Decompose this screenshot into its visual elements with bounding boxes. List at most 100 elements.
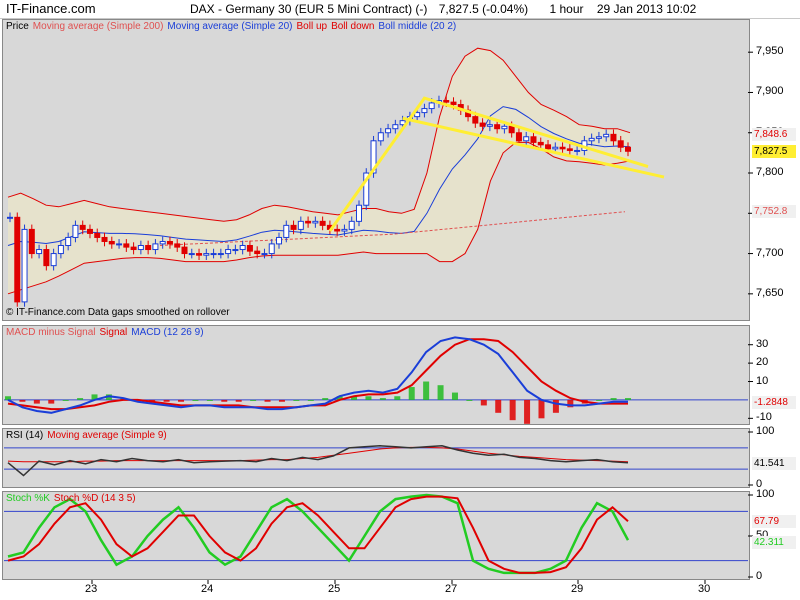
candle-body xyxy=(181,246,188,255)
candle-body xyxy=(472,116,479,124)
candle-body xyxy=(137,245,144,251)
macd-histogram-bar xyxy=(48,399,55,404)
candle-body xyxy=(428,102,435,110)
legend-entry: MACD (12 26 9) xyxy=(131,327,204,338)
candle-body xyxy=(152,243,159,251)
candle-body xyxy=(188,253,195,256)
macd-histogram-bar xyxy=(552,399,559,413)
macd-histogram-bar xyxy=(408,387,415,400)
candle-body xyxy=(108,240,115,245)
bollinger-band-fill xyxy=(8,48,630,294)
candle-body xyxy=(610,133,617,142)
x-tick-label: 24 xyxy=(201,583,214,595)
candle-body xyxy=(552,146,559,150)
stoch-d-line xyxy=(7,495,629,574)
y-tick-label: 7,950 xyxy=(756,45,784,58)
macd-histogram-bar xyxy=(524,399,531,424)
y-tick-label: -10 xyxy=(756,411,772,424)
macd-histogram-bar xyxy=(278,399,285,402)
candle-body xyxy=(210,253,217,256)
candle-body xyxy=(57,245,64,255)
macd-histogram-bar xyxy=(322,398,329,400)
macd-histogram-bar xyxy=(365,396,372,400)
macd-histogram-bar xyxy=(163,399,170,402)
candle-body xyxy=(283,224,290,238)
candle-body xyxy=(79,224,86,230)
candle-body xyxy=(50,253,57,267)
candle-body xyxy=(530,136,537,143)
candle-body xyxy=(65,236,72,247)
chart-canvas xyxy=(4,47,753,584)
candle-body xyxy=(545,144,552,150)
value-tag: 7,752.8 xyxy=(752,205,796,219)
macd-histogram-bar xyxy=(235,399,242,402)
candle-body xyxy=(625,146,631,152)
candle-body xyxy=(501,125,508,130)
macd-histogram-bar xyxy=(379,398,386,400)
value-tag: -1.2848 xyxy=(752,396,796,410)
candle-body xyxy=(312,220,319,224)
macd-histogram-bar xyxy=(293,399,300,401)
value-tag: 42.311 xyxy=(752,536,796,550)
candle-body xyxy=(101,236,108,242)
y-tick-label: 7,800 xyxy=(756,166,784,178)
macd-histogram-bar xyxy=(437,385,444,400)
macd-histogram-bar xyxy=(509,399,516,421)
y-tick-label: 100 xyxy=(756,425,775,437)
candle-body xyxy=(297,220,304,230)
y-tick-label: 30 xyxy=(756,337,769,350)
value-tag: 7,827.5 xyxy=(752,144,796,158)
macd-histogram-bar xyxy=(307,399,314,401)
x-tick-label: 29 xyxy=(571,583,584,595)
legend-entry: Moving average (Simple 200) xyxy=(32,21,164,32)
legend-entry: Moving average (Simple 9) xyxy=(47,430,167,441)
candle-body xyxy=(421,108,428,114)
candle-body xyxy=(494,124,501,130)
macd-histogram-bar xyxy=(394,396,401,400)
candle-body xyxy=(232,249,239,252)
candle-body xyxy=(72,224,79,238)
candle-body xyxy=(566,148,573,151)
macd-histogram-bar xyxy=(62,399,69,401)
y-tick-label: 10 xyxy=(756,374,769,387)
legend-entry: Boll down xyxy=(331,21,375,32)
x-tick-label: 27 xyxy=(445,583,458,595)
candle-body xyxy=(355,204,362,222)
legend-entry: Moving average (Simple 20) xyxy=(167,21,293,32)
candle-body xyxy=(43,249,50,267)
candle-body xyxy=(225,249,232,255)
price-legend: Price Moving average (Simple 200) Moving a… xyxy=(6,21,460,32)
candle-body xyxy=(392,124,399,130)
y-tick-label: 7,900 xyxy=(756,85,784,98)
macd-histogram-bar xyxy=(480,399,487,406)
candle-body xyxy=(377,132,384,142)
macd-histogram-bar xyxy=(77,398,84,400)
macd-histogram-bar xyxy=(423,381,430,400)
candle-body xyxy=(86,228,93,234)
macd-histogram-bar xyxy=(206,399,213,401)
rsi-legend: RSI (14) Moving average (Simple 9) xyxy=(6,430,171,441)
candle-body xyxy=(196,253,203,256)
candle-body xyxy=(94,232,101,238)
macd-histogram-bar xyxy=(192,399,199,401)
candle-body xyxy=(28,228,35,255)
candle-body xyxy=(341,228,348,232)
candle-body xyxy=(443,100,450,103)
candle-body xyxy=(450,101,457,106)
macd-histogram-bar xyxy=(19,399,26,402)
candle-body xyxy=(7,216,13,219)
macd-histogram-bar xyxy=(596,399,603,401)
macd-histogram-bar xyxy=(264,399,271,402)
value-tag: 7,848.6 xyxy=(752,127,796,141)
y-tick-label: 20 xyxy=(756,356,769,369)
candle-body xyxy=(239,245,246,251)
macd-histogram-bar xyxy=(5,396,11,400)
x-tick-label: 30 xyxy=(698,583,711,595)
macd-histogram-bar xyxy=(466,399,473,401)
candle-body xyxy=(537,141,544,146)
candle-body xyxy=(159,240,166,245)
candle-body xyxy=(574,149,581,152)
data-gaps-footnote: © IT-Finance.com Data gaps smoothed on r… xyxy=(6,307,230,318)
candle-body xyxy=(174,243,181,248)
candle-body xyxy=(36,249,43,255)
